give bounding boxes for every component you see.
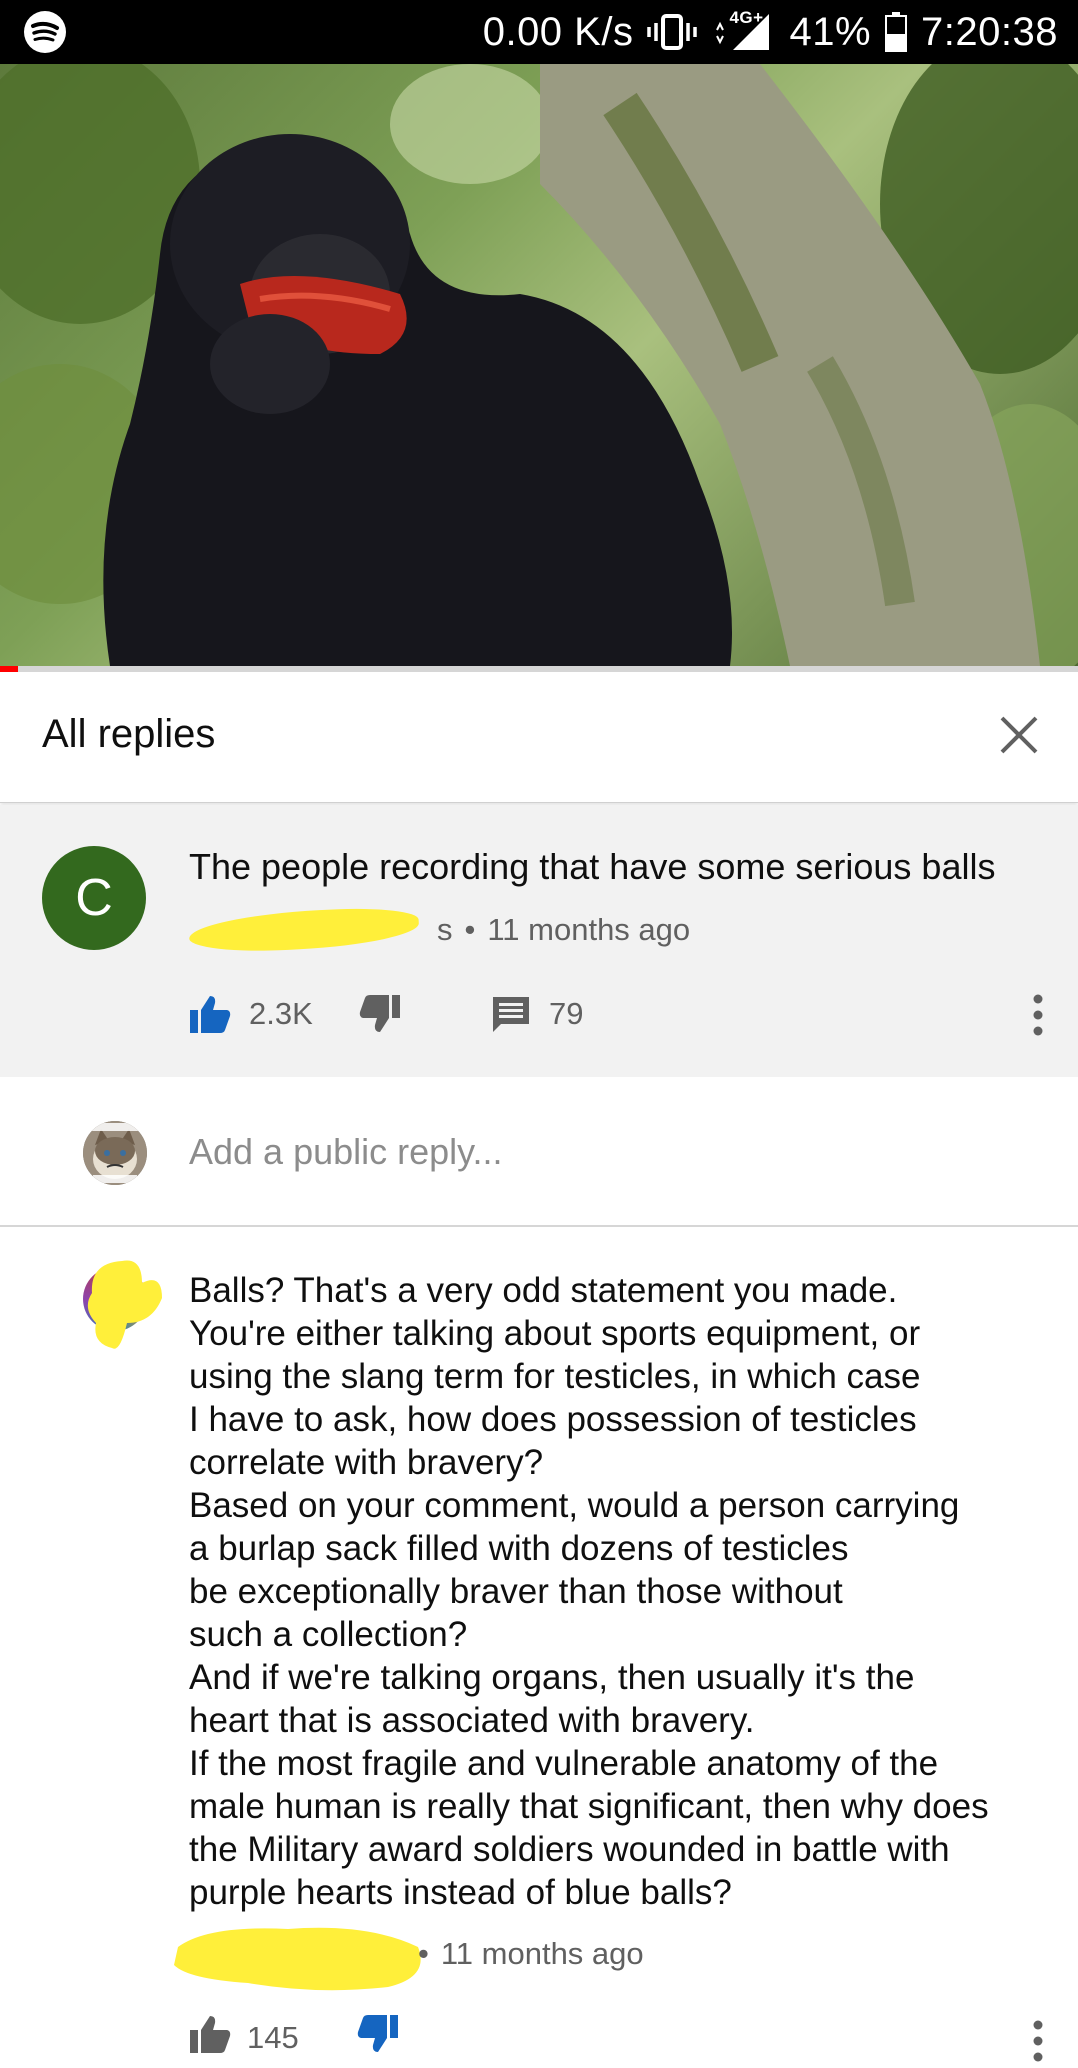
avatar-letter: C [75,869,113,927]
comment-time: 11 months ago [487,912,691,947]
video-player[interactable] [0,64,1078,666]
video-frame [0,64,1078,666]
reply-like-count: 145 [247,2020,299,2055]
reply-dislike-button[interactable] [357,2014,399,2062]
clock: 7:20:38 [921,9,1058,54]
thumbs-up-icon [190,996,231,1033]
separator-dot: • [418,1936,429,1971]
dislike-button[interactable] [359,994,401,1034]
more-vert-icon [1033,2020,1043,2062]
reply-text-line: correlate with bravery? [189,1443,544,1482]
add-reply-row [0,1077,1078,1227]
like-button[interactable] [189,994,231,1034]
close-button[interactable] [994,710,1044,760]
reply-like-button[interactable] [189,2014,231,2062]
reply-text-line: a burlap sack filled with dozens of test… [189,1529,849,1568]
parent-comment: C The people recording that have some se… [0,805,1078,1077]
reply-comment: Balls? That's a very odd statement you m… [0,1227,1078,2062]
user-avatar [83,1121,147,1185]
status-right: 0.00 K/s 4G+ 41% 7:20:38 [483,0,1058,64]
thumbs-up-icon [190,2016,231,2053]
thumbs-down-icon [359,995,400,1032]
battery-percent: 41% [789,9,872,54]
reply-text-line: be exceptionally braver than those witho… [189,1572,843,1611]
comment-text: The people recording that have some seri… [189,846,996,887]
replies-title: All replies [42,712,216,756]
separator-dot: • [464,912,476,947]
reply-text-line: And if we're talking organs, then usuall… [189,1658,915,1697]
avatar[interactable]: C [42,846,146,950]
reply-count: 79 [549,996,584,1031]
spotify-icon [24,11,66,53]
reply-text-line: heart that is associated with bravery. [189,1701,755,1740]
replies-header: All replies [0,672,1078,803]
reply-text-line: If the most fragile and vulnerable anato… [189,1744,939,1783]
vibrate-icon [647,14,698,50]
reply-text-line: Based on your comment, would a person ca… [189,1486,960,1525]
redaction-mark [188,905,420,955]
reply-more-button[interactable] [1028,2019,1048,2063]
thumbs-down-icon [357,2015,398,2052]
grumpy-cat-avatar-image [83,1121,147,1185]
like-count: 2.3K [249,996,313,1031]
reply-text-line: purple hearts instead of blue balls? [189,1873,732,1912]
reply-input[interactable] [189,1127,1009,1177]
more-vert-icon [1033,994,1043,1036]
reply-text-line: male human is really that significant, t… [189,1787,989,1826]
comment-icon [493,997,529,1032]
net-speed: 0.00 K/s [482,9,634,54]
comment-actions: 2.3K 79 [189,989,583,1039]
avatar-redaction-mark [87,1260,162,1349]
reply-text-line: the Military award soldiers wounded in b… [189,1830,950,1869]
close-icon [1000,716,1038,754]
reply-text-line: Balls? That's a very odd statement you m… [189,1271,898,1310]
author-name[interactable]: s [437,912,453,948]
reply-time: 11 months ago [440,1936,644,1971]
reply-text-line: such a collection? [189,1615,468,1654]
battery-icon [885,12,908,52]
author-redaction-mark [174,1927,421,1991]
reply-text-line: using the slang term for testicles, in w… [189,1357,921,1396]
reply-meta: • 11 months ago [418,1929,644,1979]
reply-actions: 145 [189,2013,399,2063]
reply-text-line: I have to ask, how does possession of te… [189,1400,917,1439]
reply-count-button[interactable] [491,994,531,1034]
reply-text: Balls? That's a very odd statement you m… [189,1269,1059,1914]
comment-meta: s • 11 months ago [188,905,691,955]
more-button[interactable] [1028,993,1048,1037]
reply-text-line: You're either talking about sports equip… [189,1314,921,1353]
network-label: 4G+ [729,8,764,27]
signal-icon: 4G+ [711,8,775,54]
status-bar: 0.00 K/s 4G+ 41% 7:20:38 [0,0,1078,64]
